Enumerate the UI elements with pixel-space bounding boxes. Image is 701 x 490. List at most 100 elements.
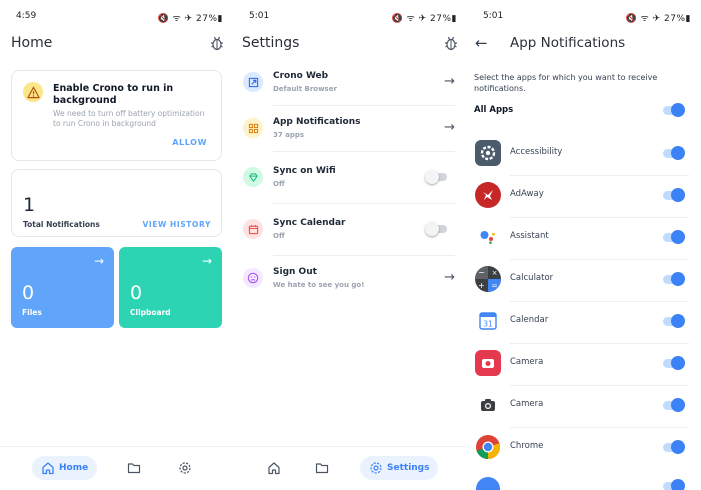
app-toggle[interactable]	[663, 479, 685, 490]
arrow-right-icon: →	[444, 74, 455, 89]
arrow-right-icon: →	[444, 270, 455, 285]
svg-text:+: +	[478, 281, 485, 290]
all-apps-toggle[interactable]	[663, 103, 685, 117]
settings-item-title: Sign Out	[273, 267, 317, 277]
bottom-navigation: Home	[0, 446, 233, 490]
total-notifications-card: 1 Total Notifications VIEW HISTORY	[11, 169, 222, 237]
app-name: AdAway	[510, 189, 544, 199]
settings-item-subtitle: Off	[273, 232, 285, 240]
sad-face-icon	[243, 268, 263, 288]
status-icons: 🔇 ᯤ ✈ 27%▮	[391, 14, 457, 24]
page-title: Settings	[242, 35, 300, 51]
settings-item-app-notifications[interactable]: App Notifications 37 apps →	[233, 106, 467, 154]
app-row-camera: Camera	[467, 343, 701, 385]
sync-calendar-toggle[interactable]	[425, 222, 447, 236]
svg-text:−: −	[478, 268, 485, 277]
app-toggle[interactable]	[663, 314, 685, 328]
settings-item-title: Sync on Wifi	[273, 166, 336, 176]
settings-item-subtitle: 37 apps	[273, 131, 305, 139]
home-icon	[42, 462, 54, 475]
app-name: Calendar	[510, 315, 549, 325]
status-bar: 5:01 🔇 ᯤ ✈ 27%▮	[233, 9, 467, 25]
files-label: Files	[22, 308, 42, 317]
arrow-right-icon: →	[201, 254, 212, 268]
nav-files[interactable]	[315, 456, 329, 480]
warning-title: Enable Crono to run in background	[53, 83, 174, 106]
files-count: 0	[22, 282, 35, 304]
nav-settings[interactable]	[178, 456, 192, 480]
nav-home[interactable]	[267, 456, 281, 480]
app-toggle[interactable]	[663, 146, 685, 160]
nav-settings[interactable]: Settings	[360, 456, 439, 480]
back-arrow-icon[interactable]: ←	[475, 34, 488, 52]
app-toggle[interactable]	[663, 398, 685, 412]
bug-icon[interactable]	[443, 35, 459, 51]
settings-item-sync-calendar[interactable]: Sync Calendar Off	[233, 207, 467, 255]
status-bar: 5:01 🔇 ᯤ ✈ 27%▮	[467, 9, 701, 25]
arrow-right-icon: →	[444, 120, 455, 135]
folder-icon	[127, 463, 141, 474]
adaway-icon	[475, 182, 501, 208]
app-toggle[interactable]	[663, 356, 685, 370]
nav-home[interactable]: Home	[32, 456, 98, 480]
app-name: Chrome	[510, 441, 544, 451]
sync-wifi-toggle[interactable]	[425, 170, 447, 184]
battery-optimization-card: Enable Crono to run in background We nee…	[11, 70, 222, 161]
svg-text:×: ×	[492, 269, 498, 277]
settings-item-crono-web[interactable]: Crono Web Default Browser →	[233, 60, 467, 108]
home-screen: 4:59 🔇 ᯤ ✈ 27%▮ Home Enable Crono to run…	[0, 0, 233, 490]
calendar-day-text: 31	[483, 320, 493, 329]
app-name: Calculator	[510, 273, 554, 283]
files-tile[interactable]: → 0 Files	[11, 247, 114, 328]
home-icon	[268, 462, 280, 475]
page-title: Home	[11, 35, 53, 51]
app-toggle[interactable]	[663, 440, 685, 454]
next-app-icon	[476, 477, 500, 490]
svg-text:=: =	[491, 281, 498, 290]
gear-icon	[370, 462, 382, 474]
arrow-right-icon: →	[93, 254, 104, 268]
gear-icon	[179, 462, 191, 474]
allow-button[interactable]: ALLOW	[172, 138, 207, 147]
all-apps-label: All Apps	[474, 105, 514, 115]
app-bar: ← App Notifications	[467, 32, 701, 54]
clipboard-tile[interactable]: → 0 Clipboard	[119, 247, 222, 328]
app-name: Accessibility	[510, 147, 563, 157]
app-row-adaway: AdAway	[467, 175, 701, 217]
app-toggle[interactable]	[663, 230, 685, 244]
settings-item-sync-on-wifi[interactable]: Sync on Wifi Off	[233, 155, 467, 203]
app-row-calendar: 31 Calendar	[467, 301, 701, 343]
app-name: Camera	[510, 399, 544, 409]
settings-item-title: Sync Calendar	[273, 218, 346, 228]
calendar-icon	[243, 219, 263, 239]
nav-home-label: Home	[59, 463, 89, 473]
bottom-navigation: Settings	[233, 446, 467, 490]
view-history-button[interactable]: VIEW HISTORY	[142, 220, 211, 229]
assistant-icon	[475, 224, 501, 250]
intro-text: Select the apps for which you want to re…	[474, 73, 658, 93]
app-toggle[interactable]	[663, 272, 685, 286]
settings-item-subtitle: Default Browser	[273, 85, 337, 93]
bug-icon[interactable]	[209, 35, 225, 51]
divider	[273, 151, 455, 152]
settings-item-subtitle: Off	[273, 180, 285, 188]
status-icons: 🔇 ᯤ ✈ 27%▮	[625, 14, 691, 24]
calculator-icon: − × + =	[475, 266, 501, 292]
app-toggle[interactable]	[663, 188, 685, 202]
divider	[273, 203, 455, 204]
nav-files[interactable]	[127, 456, 141, 480]
status-time: 5:01	[249, 11, 270, 21]
notification-count: 1	[23, 194, 36, 216]
warning-icon	[23, 82, 43, 102]
app-row-calculator: − × + = Calculator	[467, 259, 701, 301]
nav-settings-label: Settings	[387, 463, 430, 473]
settings-item-sign-out[interactable]: Sign Out We hate to see you go! →	[233, 256, 467, 304]
status-icons: 🔇 ᯤ ✈ 27%▮	[157, 14, 223, 24]
app-row-accessibility: Accessibility	[467, 133, 701, 175]
app-bar: Home	[0, 32, 233, 54]
app-bar: Settings	[233, 32, 467, 54]
app-row-chrome: Chrome	[467, 427, 701, 469]
settings-item-subtitle: We hate to see you go!	[273, 281, 365, 289]
status-time: 5:01	[483, 11, 504, 21]
folder-icon	[315, 463, 329, 474]
